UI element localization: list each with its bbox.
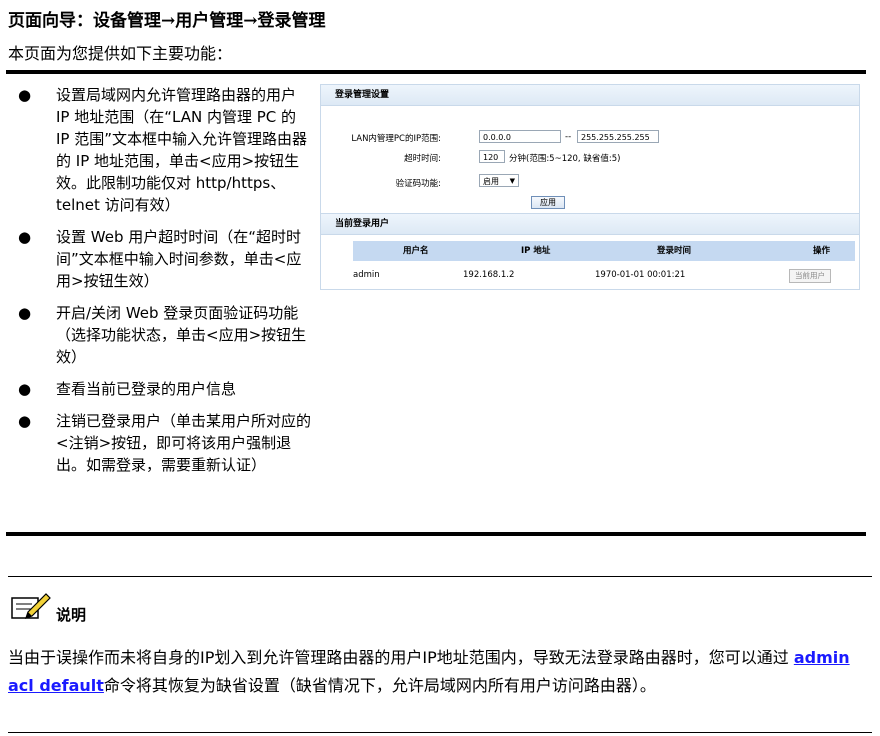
current-user-button[interactable]: 当前用户 [789, 269, 831, 283]
table-row: admin 192.168.1.2 1970-01-01 00:01:21 当前… [353, 265, 855, 285]
column-header: IP 地址 [521, 246, 551, 256]
ip-range-separator: -- [565, 132, 572, 142]
ip-end-input[interactable]: 255.255.255.255 [577, 130, 659, 143]
intro-text: 本页面为您提供如下主要功能： [8, 44, 233, 63]
cell-username: admin [353, 270, 380, 280]
note-body: 当由于误操作而未将自身的IP划入到允许管理路由器的用户IP地址范围内，导致无法登… [8, 648, 850, 695]
timeout-hint: 分钟(范围:5~120, 缺省值:5) [509, 154, 621, 164]
chevron-down-icon: ▼ [509, 177, 515, 185]
table-top-rule [6, 70, 866, 74]
list-item: ● 设置 Web 用户超时时间（在“超时时间”文本框中输入时间参数，单击<应用>按… [18, 228, 302, 290]
list-item: ● 查看当前已登录的用户信息 [18, 380, 237, 398]
apply-button[interactable]: 应用 [531, 196, 565, 209]
note-bottom-rule [8, 732, 872, 733]
bullet-icon: ● [18, 304, 32, 322]
bullet-icon: ● [18, 380, 32, 398]
bullet-icon: ● [18, 412, 32, 430]
bullet-icon: ● [18, 228, 32, 246]
timeout-input[interactable]: 120 [479, 150, 505, 163]
note-pencil-icon [11, 593, 51, 619]
cell-ip: 192.168.1.2 [463, 270, 515, 280]
settings-section-title: 登录管理设置 [321, 85, 859, 106]
page-nav-path: 页面向导：设备管理→用户管理→登录管理 [8, 11, 326, 31]
captcha-label: 验证码功能: [395, 179, 441, 189]
bullet-icon: ● [18, 86, 32, 104]
ip-start-input[interactable]: 0.0.0.0 [479, 130, 561, 143]
feature-list: ● 设置局域网内允许管理路由器的用户 IP 地址范围（在“LAN 内管理 PC 的… [14, 84, 314, 486]
login-management-screenshot: 登录管理设置 LAN内管理PC的IP范围: 0.0.0.0 -- 255.255… [320, 84, 860, 290]
note-title: 说明 [56, 606, 87, 624]
users-section-title: 当前登录用户 [321, 213, 859, 235]
users-table-header: 用户名 IP 地址 登录时间 操作 [353, 241, 855, 261]
note-top-rule [8, 576, 872, 577]
list-item: ● 设置局域网内允许管理路由器的用户 IP 地址范围（在“LAN 内管理 PC 的… [18, 86, 308, 214]
cell-login-time: 1970-01-01 00:01:21 [595, 270, 686, 280]
column-header: 登录时间 [657, 246, 692, 256]
list-item: ● 开启/关闭 Web 登录页面验证码功能（选择功能状态，单击<应用>按钮生效） [18, 304, 307, 366]
table-bottom-rule [6, 532, 866, 536]
ip-range-label: LAN内管理PC的IP范围: [351, 134, 441, 144]
list-item: ● 注销已登录用户（单击某用户所对应的<注销>按钮，即可将该用户强制退出。如需登录… [18, 412, 312, 474]
captcha-select[interactable]: 启用 ▼ [479, 174, 519, 187]
timeout-label: 超时时间: [404, 154, 441, 164]
column-header: 操作 [813, 246, 831, 256]
column-header: 用户名 [403, 246, 429, 256]
